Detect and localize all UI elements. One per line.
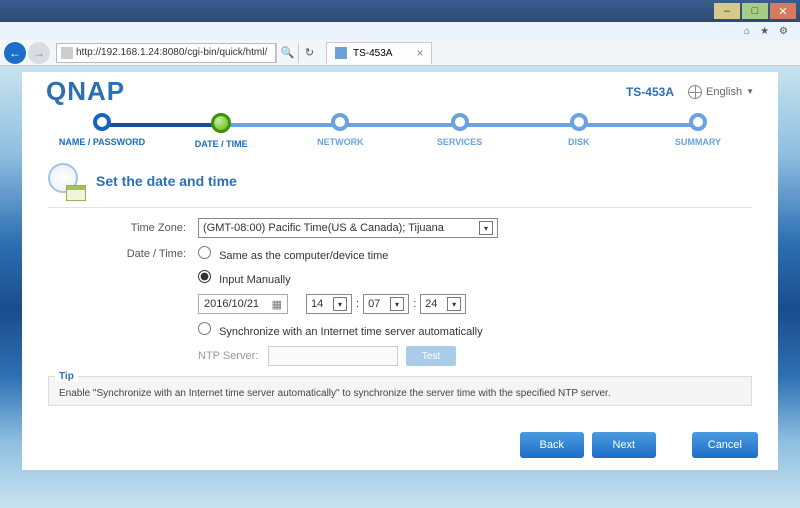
chevron-down-icon: ▾ xyxy=(333,297,347,311)
chevron-down-icon: ▾ xyxy=(479,221,493,235)
browser-navbar: ← → http://192.168.1.24:8080/cgi-bin/qui… xyxy=(0,40,800,66)
wizard-button-row: Back Next Cancel xyxy=(22,418,778,470)
brand-logo: QNAP xyxy=(46,76,125,107)
second-select[interactable]: 24▾ xyxy=(420,294,466,314)
browser-tab[interactable]: TS-453A × xyxy=(326,42,432,64)
calendar-icon: ▦ xyxy=(272,298,282,311)
url-action-group: 🔍 ↻ xyxy=(276,43,320,63)
timezone-label: Time Zone: xyxy=(48,222,198,234)
tip-box: Tip Enable "Synchronize with an Internet… xyxy=(48,376,752,406)
page-icon xyxy=(61,47,73,59)
window-minimize-button[interactable]: – xyxy=(714,3,740,19)
header-row: QNAP TS-453A English ▼ xyxy=(22,72,778,107)
wizard-stepper: NAME / PASSWORD DATE / TIME NETWORK SERV… xyxy=(52,113,748,153)
back-button[interactable]: Back xyxy=(520,432,584,458)
step-network[interactable]: NETWORK xyxy=(290,113,390,149)
timezone-select[interactable]: (GMT-08:00) Pacific Time(US & Canada); T… xyxy=(198,218,498,238)
wizard-panel: Set the date and time Time Zone: (GMT-08… xyxy=(30,153,770,418)
refresh-icon[interactable]: ↻ xyxy=(298,43,320,63)
step-date-time[interactable]: DATE / TIME xyxy=(171,113,271,149)
tab-title: TS-453A xyxy=(353,48,392,59)
search-icon[interactable]: 🔍 xyxy=(276,43,298,63)
globe-icon xyxy=(688,85,702,99)
favorite-icon[interactable]: ★ xyxy=(760,26,769,37)
hour-select[interactable]: 14▾ xyxy=(306,294,352,314)
browser-forward-button[interactable]: → xyxy=(28,42,50,64)
panel-title: Set the date and time xyxy=(96,173,237,189)
step-name-password[interactable]: NAME / PASSWORD xyxy=(52,113,152,149)
home-icon[interactable]: ⌂ xyxy=(744,26,750,37)
model-label: TS-453A xyxy=(626,85,674,99)
radio-input-manually[interactable]: Input Manually xyxy=(198,270,291,286)
page-viewport: QNAP TS-453A English ▼ NAME / PASSWORD D… xyxy=(0,66,800,508)
ntp-server-input[interactable] xyxy=(268,346,398,366)
language-text: English xyxy=(706,86,742,98)
ntp-test-button[interactable]: Test xyxy=(406,346,456,366)
browser-back-button[interactable]: ← xyxy=(4,42,26,64)
window-maximize-button[interactable]: □ xyxy=(742,3,768,19)
tip-text: Enable "Synchronize with an Internet tim… xyxy=(59,388,741,399)
minute-select[interactable]: 07▾ xyxy=(363,294,409,314)
browser-url-text: http://192.168.1.24:8080/cgi-bin/quick/h… xyxy=(76,47,267,58)
content-card: QNAP TS-453A English ▼ NAME / PASSWORD D… xyxy=(22,72,778,470)
chevron-down-icon: ▾ xyxy=(390,297,404,311)
tip-label: Tip xyxy=(55,371,78,382)
step-services[interactable]: SERVICES xyxy=(410,113,510,149)
tools-icon[interactable]: ⚙ xyxy=(779,26,788,37)
browser-address-bar[interactable]: http://192.168.1.24:8080/cgi-bin/quick/h… xyxy=(56,43,276,63)
radio-same-as-device[interactable]: Same as the computer/device time xyxy=(198,246,388,262)
window-menubar: ⌂ ★ ⚙ xyxy=(0,22,800,40)
chevron-down-icon: ▾ xyxy=(447,297,461,311)
step-summary[interactable]: SUMMARY xyxy=(648,113,748,149)
clock-calendar-icon xyxy=(48,163,84,199)
datetime-label: Date / Time: xyxy=(48,248,198,260)
time-sep: : xyxy=(352,298,363,310)
timezone-value: (GMT-08:00) Pacific Time(US & Canada); T… xyxy=(203,222,444,234)
ntp-server-label: NTP Server: xyxy=(198,350,268,362)
language-selector[interactable]: English ▼ xyxy=(688,85,754,99)
window-titlebar: – □ ✕ xyxy=(0,0,800,22)
window-close-button[interactable]: ✕ xyxy=(770,3,796,19)
tab-favicon-icon xyxy=(335,47,347,59)
radio-ntp-sync[interactable]: Synchronize with an Internet time server… xyxy=(198,322,483,338)
time-sep: : xyxy=(409,298,420,310)
tab-close-icon[interactable]: × xyxy=(416,46,423,60)
next-button[interactable]: Next xyxy=(592,432,656,458)
chevron-down-icon: ▼ xyxy=(746,87,754,96)
panel-header: Set the date and time xyxy=(48,163,752,208)
step-disk[interactable]: DISK xyxy=(529,113,629,149)
date-picker[interactable]: 2016/10/21 ▦ xyxy=(198,294,288,314)
cancel-button[interactable]: Cancel xyxy=(692,432,758,458)
